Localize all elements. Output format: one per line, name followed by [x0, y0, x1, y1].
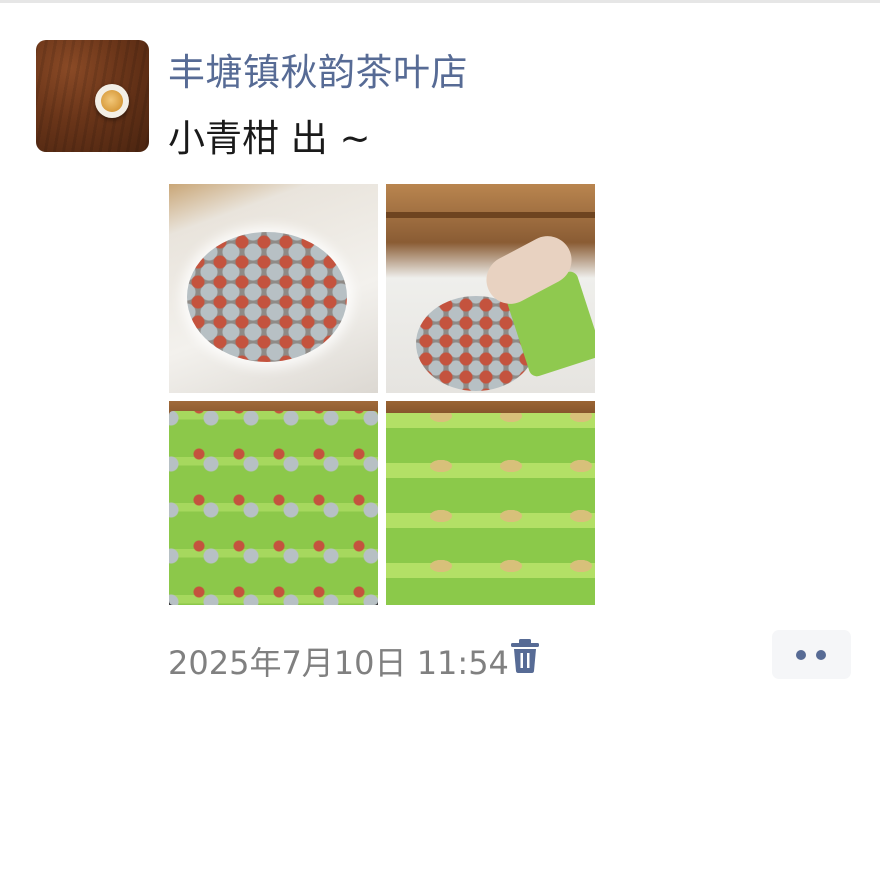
more-button[interactable]	[772, 630, 851, 679]
tea-liquid-graphic	[101, 90, 123, 112]
more-dots-icon	[796, 650, 806, 660]
post-text: 小青柑 出 ~	[168, 117, 371, 160]
post-timestamp: 2025年7月10日 11:54	[168, 644, 509, 682]
trash-icon[interactable]	[510, 638, 540, 674]
photo-4[interactable]	[386, 401, 595, 605]
photo-3[interactable]	[169, 401, 378, 605]
green-bags	[169, 411, 378, 605]
photo-2[interactable]	[386, 184, 595, 393]
tea-pile	[187, 232, 347, 362]
author-name[interactable]: 丰塘镇秋韵茶叶店	[168, 42, 468, 96]
avatar[interactable]	[36, 40, 149, 152]
green-bags	[386, 413, 595, 605]
more-dots-icon	[816, 650, 826, 660]
top-divider	[0, 0, 880, 3]
photo-1[interactable]	[169, 184, 378, 393]
wooden-shelf	[386, 212, 595, 218]
